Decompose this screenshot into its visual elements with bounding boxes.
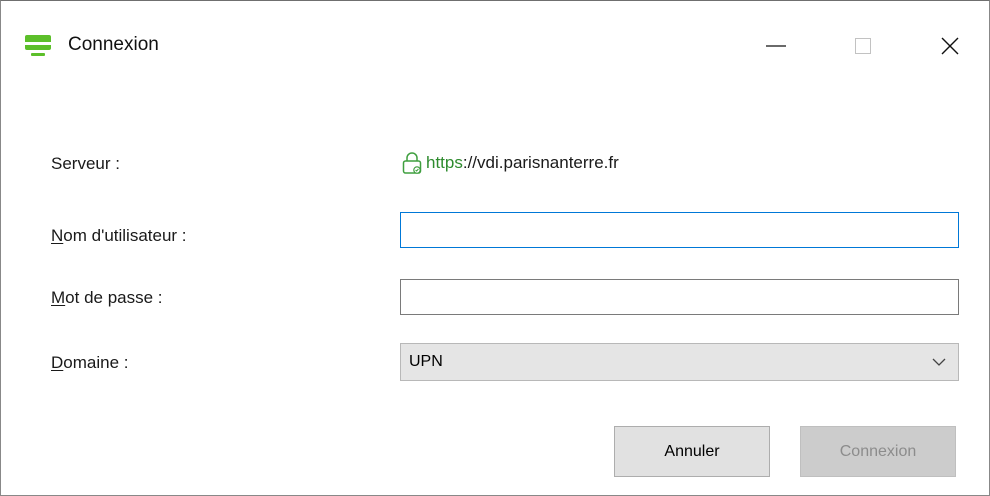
cancel-button[interactable]: Annuler xyxy=(614,426,770,477)
username-input[interactable] xyxy=(400,212,959,248)
title-bar: Connexion xyxy=(1,1,989,91)
minimize-button[interactable] xyxy=(753,23,799,69)
domain-select[interactable]: UPN xyxy=(400,343,959,381)
password-label-mnemonic: M xyxy=(51,288,66,307)
domain-label-text: omaine : xyxy=(63,353,129,372)
minimize-icon xyxy=(766,45,786,47)
window-title: Connexion xyxy=(68,34,159,55)
password-label-text: ot de passe : xyxy=(65,288,163,307)
lock-icon xyxy=(402,152,422,174)
maximize-icon xyxy=(855,38,871,54)
close-button[interactable] xyxy=(927,23,973,69)
username-label-mnemonic: N xyxy=(51,226,64,245)
server-url-host: ://vdi.parisnanterre.fr xyxy=(462,153,619,172)
server-url: https://vdi.parisnanterre.fr xyxy=(401,151,619,175)
domain-select-value: UPN xyxy=(409,353,443,370)
server-label: Serveur : xyxy=(51,154,120,173)
server-url-scheme: https xyxy=(426,153,463,172)
username-label: Nom d'utilisateur : xyxy=(51,226,187,246)
close-icon xyxy=(941,37,959,55)
password-input[interactable] xyxy=(400,279,959,315)
chevron-down-icon xyxy=(932,358,946,366)
maximize-button[interactable] xyxy=(840,23,886,69)
domain-label: Domaine : xyxy=(51,353,128,373)
monitor-icon xyxy=(23,35,53,56)
username-label-text: om d'utilisateur : xyxy=(63,226,187,245)
connect-button[interactable]: Connexion xyxy=(800,426,956,477)
password-label: Mot de passe : xyxy=(51,288,163,308)
domain-label-mnemonic: D xyxy=(51,353,64,372)
connection-dialog: Connexion Serveur : https://vdi.parisna… xyxy=(0,0,990,496)
